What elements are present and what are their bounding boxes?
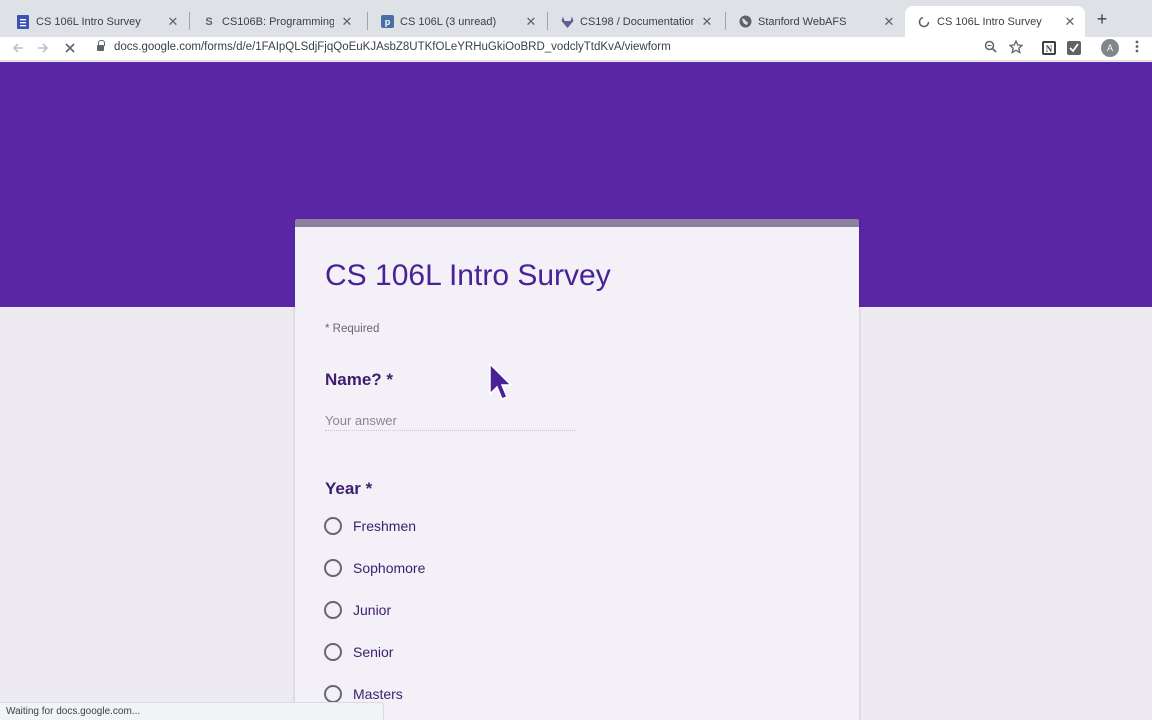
tab-title: CS 106L Intro Survey [937,15,1042,28]
radio-option-freshmen[interactable]: Freshmen [324,515,416,537]
tab-title: CS198 / Documentation / Pub... [580,15,694,28]
back-button[interactable] [8,39,28,59]
radio-label: Junior [353,602,392,618]
required-note: * Required [325,323,380,335]
tab-cs106b[interactable]: S CS106B: Programming Abstr... ✕ [190,6,362,37]
radio-label: Sophomore [353,560,426,576]
radio-button[interactable] [324,643,342,661]
question-year-title: Year * [325,479,373,498]
close-icon[interactable]: ✕ [700,14,714,30]
more-menu-icon[interactable] [1128,40,1146,58]
close-icon[interactable]: ✕ [1063,14,1077,30]
forward-button[interactable] [33,39,53,59]
loading-icon [917,15,931,29]
arrow-left-icon [12,43,23,53]
svg-text:p: p [384,17,390,27]
form-title: CS 106L Intro Survey [325,259,611,292]
address-bar[interactable]: docs.google.com/forms/d/e/1FAIpQLSdjFjqQ… [114,41,671,53]
tab-piazza[interactable]: p CS 106L (3 unread) ✕ [368,6,546,37]
tab-strip: CS 106L Intro Survey ✕ S CS106B: Program… [0,0,1152,37]
radio-button[interactable] [324,601,342,619]
globe-icon [738,15,752,29]
s-icon: S [205,15,213,28]
stop-loading-button[interactable] [60,39,80,59]
zoom-icon[interactable] [981,40,999,58]
tab-title: CS 106L (3 unread) [400,15,497,28]
close-icon[interactable]: ✕ [882,14,896,30]
gitlab-icon [560,15,574,29]
svg-text:N: N [1046,44,1053,54]
tab-title: CS 106L Intro Survey [36,15,141,28]
radio-label: Freshmen [353,518,417,534]
close-icon [65,43,75,53]
tab-cs106l-survey-1[interactable]: CS 106L Intro Survey ✕ [4,6,188,37]
new-tab-button[interactable]: + [1092,9,1112,29]
radio-button[interactable] [324,559,342,577]
arrow-right-icon [38,43,49,53]
radio-option-sophomore[interactable]: Sophomore [324,557,425,579]
close-icon[interactable]: ✕ [524,14,538,30]
star-icon[interactable] [1007,39,1025,58]
radio-button[interactable] [324,517,342,535]
forms-icon [16,14,30,29]
piazza-icon: p [380,15,394,29]
radio-option-junior[interactable]: Junior [324,599,391,621]
name-answer-input[interactable] [325,411,575,431]
tab-stanford-webafs[interactable]: Stanford WebAFS ✕ [726,6,904,37]
loading-status-text: Waiting for docs.google.com... [0,702,384,720]
tab-title: Stanford WebAFS [758,15,847,28]
avatar[interactable]: A [1101,39,1119,57]
radio-label: Masters [353,686,403,702]
radio-option-senior[interactable]: Senior [324,641,393,663]
mouse-cursor-icon [489,362,512,400]
tab-cs198-documentation[interactable]: CS198 / Documentation / Pub... ✕ [548,6,722,37]
close-icon[interactable]: ✕ [340,14,354,30]
checkbox-extension-icon[interactable] [1067,41,1081,55]
radio-label: Senior [353,644,394,660]
form-card: CS 106L Intro Survey * Required Name? * … [295,219,859,720]
close-icon[interactable]: ✕ [166,14,180,30]
lock-icon [97,40,105,52]
browser-toolbar: docs.google.com/forms/d/e/1FAIpQLSdjFjqQ… [0,37,1152,61]
notion-extension-icon[interactable]: N [1042,41,1056,55]
radio-button[interactable] [324,685,342,703]
tab-title: CS106B: Programming Abstr... [222,15,334,28]
tab-cs106l-survey-active[interactable]: CS 106L Intro Survey ✕ [905,6,1085,37]
question-name-title: Name? * [325,370,394,389]
